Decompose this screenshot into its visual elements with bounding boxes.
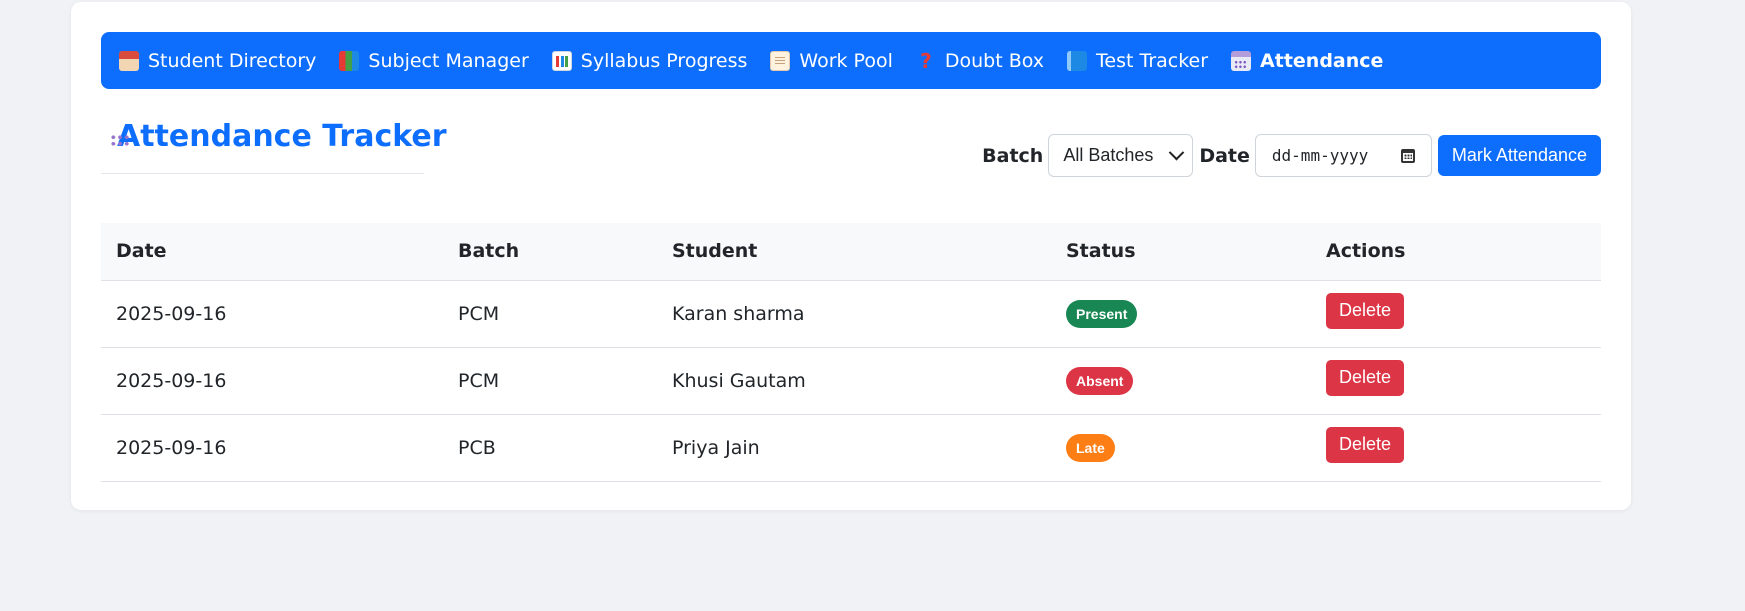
delete-button[interactable]: Delete [1326, 359, 1405, 396]
nav-label: Subject Manager [368, 49, 529, 72]
header-batch: Batch [458, 240, 520, 263]
table-row: 2025-09-16 PCM Karan sharma Present Dele… [101, 280, 1601, 347]
status-badge: Late [1066, 433, 1115, 462]
attendance-controls: Batch All Batches Date dd-mm-yyyy Mark A… [976, 133, 1601, 178]
mark-attendance-button[interactable]: Mark Attendance [1437, 135, 1601, 176]
date-placeholder: dd-mm-yyyy [1271, 146, 1369, 165]
status-badge: Absent [1066, 366, 1134, 395]
delete-button[interactable]: Delete [1326, 426, 1405, 463]
nav-label: Attendance [1260, 49, 1384, 72]
nav-test-tracker[interactable]: Test Tracker [1067, 50, 1208, 72]
cell-date: 2025-09-16 [116, 302, 227, 325]
calendar-picker-icon[interactable] [1400, 148, 1415, 163]
blue-book-icon [1067, 50, 1088, 71]
header-student: Student [672, 240, 758, 263]
nav-syllabus-progress[interactable]: Syllabus Progress [551, 49, 748, 72]
cell-status: Absent [1051, 347, 1311, 414]
question-mark-icon: ? [920, 48, 932, 73]
table-row: 2025-09-16 PCB Priya Jain Late Delete [101, 414, 1601, 481]
status-badge: Present [1066, 299, 1138, 328]
header-actions: Actions [1326, 240, 1406, 263]
nav-label: Student Directory [148, 49, 317, 72]
batch-label: Batch [982, 144, 1044, 167]
page-title: Attendance Tracker [117, 119, 447, 154]
date-label: Date [1199, 144, 1250, 167]
nav-student-directory[interactable]: Student Directory [119, 50, 316, 72]
batch-select-value: All Batches [1063, 145, 1154, 165]
cell-actions: Delete [1311, 280, 1601, 347]
table-header-row: Date Batch Student Status Actions [101, 223, 1601, 280]
books-icon [339, 50, 360, 71]
header-date: Date [116, 240, 167, 263]
cell-status: Late [1051, 414, 1311, 481]
cell-student: Karan sharma [672, 302, 805, 325]
date-input[interactable]: dd-mm-yyyy [1254, 134, 1432, 177]
main-card: Student Directory Subject Manager Syllab… [71, 2, 1631, 510]
cell-batch: PCM [458, 369, 500, 392]
nav-label: Doubt Box [944, 49, 1045, 72]
cell-date: 2025-09-16 [116, 436, 227, 459]
school-icon [119, 50, 139, 71]
page-header: Attendance Tracker [101, 117, 447, 174]
nav-label: Work Pool [799, 49, 893, 72]
cell-actions: Delete [1311, 347, 1601, 414]
cell-status: Present [1051, 280, 1311, 347]
cell-batch: PCM [458, 302, 500, 325]
top-navbar: Student Directory Subject Manager Syllab… [101, 32, 1601, 89]
attendance-table: Date Batch Student Status Actions 2025-0… [101, 223, 1601, 482]
chevron-down-icon [1169, 144, 1185, 161]
calendar-icon [1231, 50, 1252, 71]
batch-select[interactable]: All Batches [1048, 134, 1194, 177]
cell-student: Priya Jain [672, 436, 760, 459]
nav-subject-manager[interactable]: Subject Manager [339, 49, 529, 72]
nav-attendance[interactable]: Attendance [1231, 50, 1383, 72]
table-row: 2025-09-16 PCM Khusi Gautam Absent Delet… [101, 347, 1601, 414]
cell-batch: PCB [458, 436, 496, 459]
nav-label: Syllabus Progress [580, 49, 748, 72]
cell-date: 2025-09-16 [116, 369, 227, 392]
nav-label: Test Tracker [1096, 49, 1209, 72]
cell-student: Khusi Gautam [672, 369, 806, 392]
nav-doubt-box[interactable]: ? Doubt Box [916, 50, 1044, 72]
cell-actions: Delete [1311, 414, 1601, 481]
bar-chart-icon [551, 50, 572, 71]
nav-work-pool[interactable]: Work Pool [770, 49, 893, 72]
header-status: Status [1066, 240, 1136, 263]
delete-button[interactable]: Delete [1326, 292, 1405, 329]
memo-icon [770, 50, 791, 71]
